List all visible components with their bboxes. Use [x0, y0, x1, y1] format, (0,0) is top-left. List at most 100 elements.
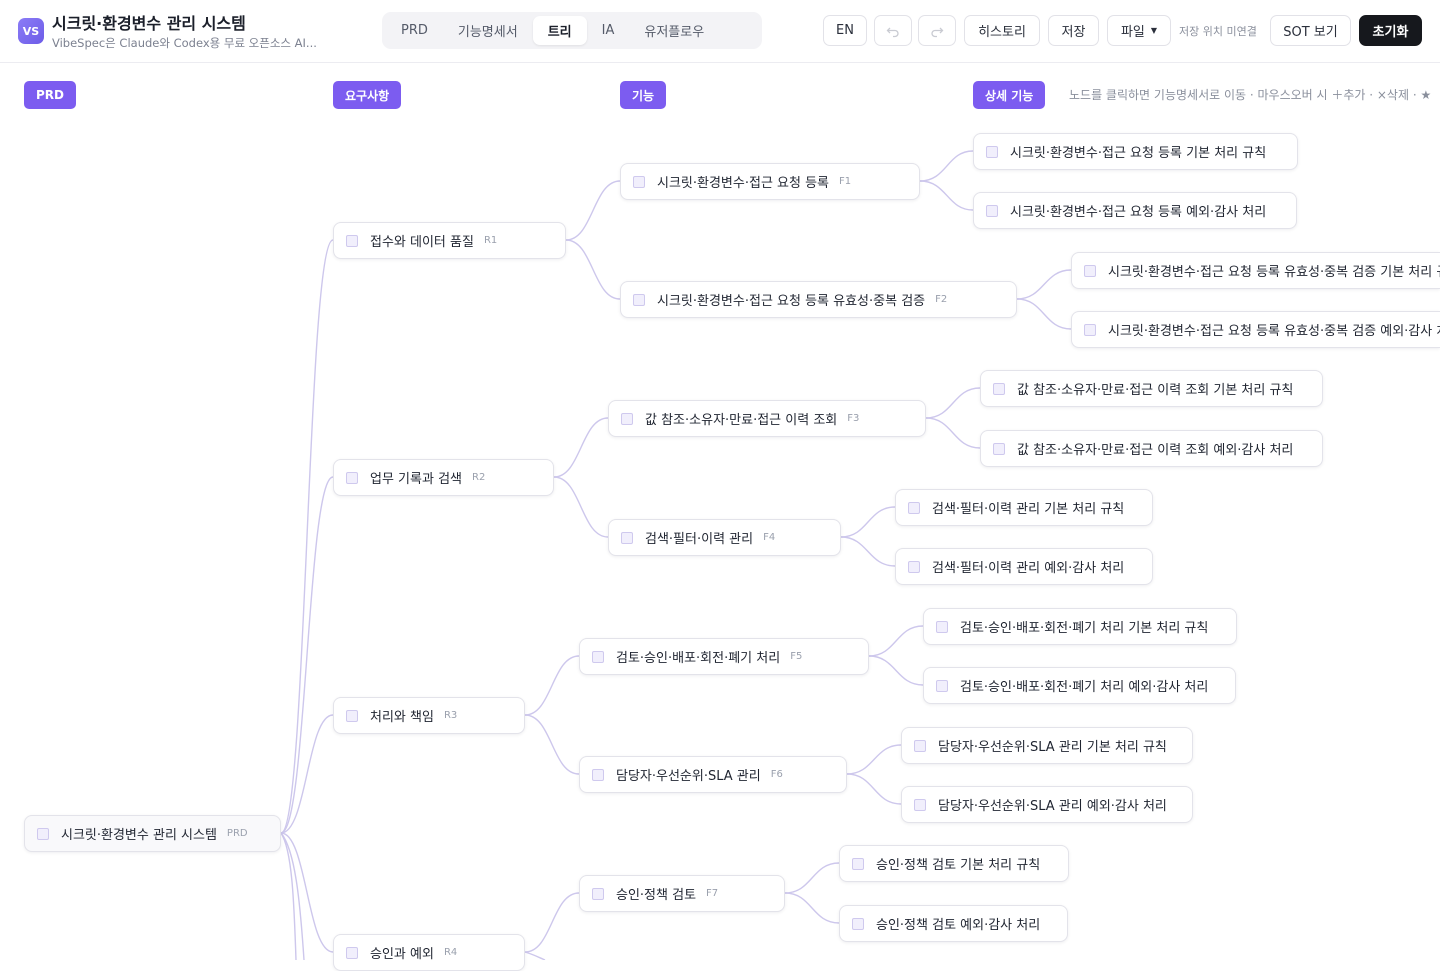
node-label: 시크릿·환경변수·접근 요청 등록 예외·감사 처리 [1010, 205, 1267, 220]
node-label: 검색·필터·이력 관리 [645, 532, 754, 547]
tree-node-detail[interactable]: 검색·필터·이력 관리 예외·감사 처리 [895, 548, 1153, 585]
tree-node-requirement[interactable]: 접수와 데이터 품질 R1 [333, 222, 566, 259]
node-checkbox[interactable] [936, 679, 948, 692]
node-label: 승인과 예외 [370, 947, 434, 962]
tree-node-feature[interactable]: 검토·승인·배포·회전·폐기 처리 F5 [579, 638, 869, 675]
tree-node-detail[interactable]: 값 참조·소유자·만료·접근 이력 조회 기본 처리 규칙 [980, 370, 1323, 407]
node-checkbox[interactable] [37, 827, 49, 840]
node-checkbox[interactable] [346, 471, 358, 484]
edge-f4-d8 [840, 536, 896, 567]
node-code: R3 [443, 710, 458, 721]
tree-node-detail[interactable]: 검토·승인·배포·회전·폐기 처리 기본 처리 규칙 [923, 608, 1237, 645]
tree-node-feature[interactable]: 승인·정책 검토 F7 [579, 875, 785, 912]
node-checkbox[interactable] [852, 917, 864, 930]
node-checkbox[interactable] [346, 234, 358, 247]
node-label: 값 참조·소유자·만료·접근 이력 조회 [645, 413, 838, 428]
edge-f3-d5 [925, 387, 981, 419]
node-label: 검색·필터·이력 관리 예외·감사 처리 [932, 561, 1125, 576]
tree-node-detail[interactable]: 시크릿·환경변수·접근 요청 등록 예외·감사 처리 [973, 192, 1297, 229]
node-label: 시크릿·환경변수·접근 요청 등록 기본 처리 규칙 [1010, 146, 1267, 161]
tree-node-detail[interactable]: 검토·승인·배포·회전·폐기 처리 예외·감사 처리 [923, 667, 1236, 704]
node-code: R1 [483, 235, 498, 246]
node-code: F4 [763, 532, 776, 543]
node-label: 업무 기록과 검색 [370, 472, 462, 487]
node-label: 시크릿·환경변수 관리 시스템 [61, 828, 217, 843]
edge-root-r4 [280, 832, 334, 953]
node-label: 담당자·우선순위·SLA 관리 기본 처리 규칙 [938, 740, 1167, 755]
node-checkbox[interactable] [621, 412, 633, 425]
node-label: 검색·필터·이력 관리 기본 처리 규칙 [932, 502, 1125, 517]
node-checkbox[interactable] [993, 442, 1005, 455]
node-checkbox[interactable] [592, 768, 604, 781]
tree-node-requirement[interactable]: 처리와 책임 R3 [333, 697, 525, 734]
tree-node-feature[interactable]: 검색·필터·이력 관리 F4 [608, 519, 841, 556]
tree-node-root[interactable]: 시크릿·환경변수 관리 시스템 PRD [24, 815, 281, 852]
edge-r3-f5 [524, 655, 580, 716]
node-checkbox[interactable] [914, 739, 926, 752]
tree-node-feature[interactable]: 시크릿·환경변수·접근 요청 등록 F1 [620, 163, 920, 200]
edge-f6-d11 [846, 744, 902, 775]
edge-f7-d14 [784, 892, 840, 924]
node-checkbox[interactable] [1084, 264, 1096, 277]
node-label: 승인·정책 검토 [616, 888, 697, 903]
tree-node-feature[interactable]: 값 참조·소유자·만료·접근 이력 조회 F3 [608, 400, 926, 437]
node-code: R2 [472, 472, 486, 483]
tree-node-detail[interactable]: 검색·필터·이력 관리 기본 처리 규칙 [895, 489, 1153, 526]
tree-node-feature[interactable]: 시크릿·환경변수·접근 요청 등록 유효성·중복 검증 F2 [620, 281, 1017, 318]
node-checkbox[interactable] [346, 709, 358, 722]
tree-node-detail[interactable]: 시크릿·환경변수·접근 요청 등록 기본 처리 규칙 [973, 133, 1298, 170]
tree-node-detail[interactable]: 승인·정책 검토 기본 처리 규칙 [839, 845, 1069, 882]
node-label: 승인·정책 검토 예외·감사 처리 [876, 918, 1041, 933]
node-checkbox[interactable] [621, 531, 633, 544]
node-label: 검토·승인·배포·회전·폐기 처리 기본 처리 규칙 [960, 621, 1209, 636]
tree-node-detail[interactable]: 담당자·우선순위·SLA 관리 예외·감사 처리 [901, 786, 1193, 823]
node-label: 처리와 책임 [370, 710, 434, 725]
node-label: 검토·승인·배포·회전·폐기 처리 예외·감사 처리 [960, 680, 1209, 695]
tree-node-detail[interactable]: 시크릿·환경변수·접근 요청 등록 유효성·중복 검증 기본 처리 규칙 [1071, 252, 1440, 289]
node-checkbox[interactable] [936, 620, 948, 633]
tree-node-detail[interactable]: 승인·정책 검토 예외·감사 처리 [839, 905, 1068, 942]
tree-node-detail[interactable]: 담당자·우선순위·SLA 관리 기본 처리 규칙 [901, 727, 1193, 764]
node-code: F1 [839, 176, 852, 187]
edge-r2-f3 [553, 417, 609, 478]
node-label: 시크릿·환경변수·접근 요청 등록 [657, 176, 830, 191]
edge-r1-f1 [565, 180, 621, 241]
node-checkbox[interactable] [986, 145, 998, 158]
node-checkbox[interactable] [914, 798, 926, 811]
edge-f1-d2 [919, 180, 974, 211]
node-checkbox[interactable] [592, 887, 604, 900]
edge-r4-f7 [524, 892, 580, 953]
node-checkbox[interactable] [908, 560, 920, 573]
node-checkbox[interactable] [908, 501, 920, 514]
node-checkbox[interactable] [592, 650, 604, 663]
tree-node-detail[interactable]: 시크릿·환경변수·접근 요청 등록 유효성·중복 검증 예외·감사 처리 [1071, 311, 1440, 348]
edge-root-extra-1 [280, 832, 297, 960]
tree-node-requirement[interactable]: 승인과 예외 R4 [333, 934, 525, 971]
tree-node-requirement[interactable]: 업무 기록과 검색 R2 [333, 459, 554, 496]
node-checkbox[interactable] [986, 204, 998, 217]
edge-r3-f6 [524, 714, 580, 775]
node-label: 접수와 데이터 품질 [370, 235, 474, 250]
edge-f5-d9 [868, 625, 924, 657]
node-code: F3 [847, 413, 860, 424]
node-checkbox[interactable] [633, 175, 645, 188]
edge-r4-extra [524, 951, 546, 960]
node-label: 시크릿·환경변수·접근 요청 등록 유효성·중복 검증 예외·감사 처리 [1108, 324, 1440, 339]
edge-root-r1 [280, 239, 334, 834]
tree-node-detail[interactable]: 값 참조·소유자·만료·접근 이력 조회 예외·감사 처리 [980, 430, 1323, 467]
node-code: F6 [770, 769, 783, 780]
node-code: F7 [706, 888, 719, 899]
node-label: 값 참조·소유자·만료·접근 이력 조회 예외·감사 처리 [1017, 443, 1294, 458]
node-label: 검토·승인·배포·회전·폐기 처리 [616, 651, 781, 666]
node-code: F5 [790, 651, 803, 662]
tree-node-feature[interactable]: 담당자·우선순위·SLA 관리 F6 [579, 756, 847, 793]
node-checkbox[interactable] [633, 293, 645, 306]
edge-f2-d3 [1016, 269, 1072, 300]
node-checkbox[interactable] [993, 382, 1005, 395]
node-checkbox[interactable] [1084, 323, 1096, 336]
edge-r2-f4 [553, 476, 609, 538]
edge-f2-d4 [1016, 298, 1072, 330]
node-checkbox[interactable] [346, 946, 358, 959]
node-code: PRD [226, 828, 248, 839]
node-checkbox[interactable] [852, 857, 864, 870]
